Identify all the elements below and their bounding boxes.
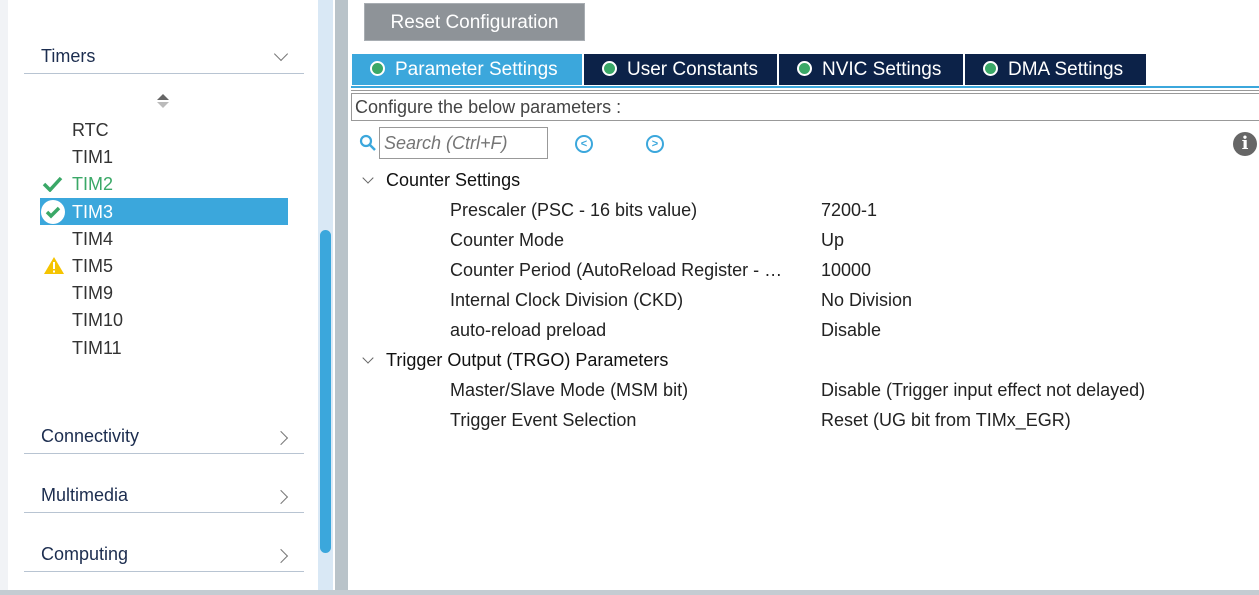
parameter-row[interactable]: Master/Slave Mode (MSM bit) Disable (Trig…: [450, 380, 1250, 401]
item-label: TIM1: [72, 147, 114, 168]
tab-label: DMA Settings: [1008, 59, 1124, 80]
group-header[interactable]: Trigger Output (TRGO) Parameters: [362, 350, 668, 371]
parameter-name: Master/Slave Mode (MSM bit): [450, 380, 689, 400]
next-icon[interactable]: >: [646, 135, 664, 153]
category-timers[interactable]: Timers: [24, 44, 304, 74]
category-label: Multimedia: [41, 485, 129, 505]
item-label: TIM4: [72, 228, 114, 249]
parameter-name: Counter Period (AutoReload Register - …: [450, 260, 783, 280]
tab-underline: [351, 86, 1259, 88]
category-multimedia[interactable]: Multimedia: [24, 483, 304, 513]
search-icon: [359, 134, 376, 151]
tab-nvic-settings[interactable]: NVIC Settings: [779, 54, 963, 85]
category-label: Connectivity: [41, 426, 140, 446]
parameter-row[interactable]: Counter Mode Up: [450, 230, 1250, 251]
sidebar-item-tim9[interactable]: TIM9: [40, 279, 288, 306]
check-circle-icon: [983, 61, 998, 76]
check-circle-icon: [370, 61, 385, 76]
panel-splitter[interactable]: [335, 0, 348, 590]
item-label: RTC: [72, 120, 109, 140]
parameter-name: Internal Clock Division (CKD): [450, 290, 684, 310]
check-icon: [42, 177, 63, 193]
item-label: TIM3: [72, 201, 114, 222]
check-circle-icon: [41, 199, 65, 224]
parameter-row[interactable]: Internal Clock Division (CKD) No Division: [450, 290, 1250, 311]
tab-parameter-settings[interactable]: Parameter Settings: [352, 54, 582, 85]
chevron-right-icon: [273, 430, 289, 446]
chevron-down-icon: [362, 172, 374, 184]
category-connectivity[interactable]: Connectivity: [24, 424, 304, 454]
item-label: TIM11: [72, 337, 122, 358]
parameter-value[interactable]: 7200-1: [821, 200, 877, 221]
parameter-name: Prescaler (PSC - 16 bits value): [450, 200, 698, 220]
parameter-value[interactable]: Disable: [821, 320, 881, 341]
reset-configuration-button[interactable]: Reset Configuration: [364, 3, 585, 41]
bottom-border: [0, 590, 1259, 595]
chevron-down-icon: [273, 46, 289, 62]
tab-label: User Constants: [627, 59, 758, 80]
group-title: Trigger Output (TRGO) Parameters: [386, 350, 669, 370]
parameter-value[interactable]: Disable (Trigger input effect not delaye…: [821, 380, 1145, 401]
previous-icon[interactable]: <: [575, 135, 593, 153]
item-label: TIM10: [72, 310, 124, 331]
sidebar-item-tim1[interactable]: TIM1: [40, 143, 288, 170]
sidebar-item-tim11[interactable]: TIM11: [40, 334, 288, 361]
tab-dma-settings[interactable]: DMA Settings: [965, 54, 1146, 85]
tab-user-constants[interactable]: User Constants: [584, 54, 777, 85]
item-label: TIM5: [72, 256, 114, 276]
sidebar-item-tim2[interactable]: TIM2: [40, 170, 288, 197]
left-edge: [0, 0, 8, 595]
search-input[interactable]: [379, 127, 548, 159]
warning-icon: [44, 257, 64, 274]
scrollbar-thumb[interactable]: [320, 230, 331, 553]
check-circle-icon: [602, 61, 617, 76]
category-computing[interactable]: Computing: [24, 542, 304, 572]
chevron-right-icon: [273, 548, 289, 564]
sidebar-item-tim3[interactable]: TIM3: [40, 197, 288, 225]
sidebar-item-rtc[interactable]: RTC: [40, 116, 288, 143]
sidebar-item-tim10[interactable]: TIM10: [40, 306, 288, 333]
tab-label: Parameter Settings: [395, 59, 558, 80]
configure-label: Configure the below parameters :: [351, 93, 1259, 121]
sidebar-item-tim5[interactable]: TIM5: [40, 252, 288, 279]
tab-label: NVIC Settings: [822, 59, 942, 80]
item-label: TIM9: [72, 283, 114, 304]
category-label: Computing: [41, 544, 129, 564]
parameter-row[interactable]: Counter Period (AutoReload Register - … 1…: [450, 260, 1250, 281]
sidebar-item-tim4[interactable]: TIM4: [40, 225, 288, 252]
parameter-value[interactable]: 10000: [821, 260, 871, 281]
sort-icon[interactable]: [157, 94, 169, 110]
parameter-row[interactable]: Prescaler (PSC - 16 bits value) 7200-1: [450, 200, 1250, 221]
group-header[interactable]: Counter Settings: [362, 170, 520, 191]
category-label: Timers: [41, 46, 96, 66]
item-label: TIM2: [72, 174, 114, 195]
parameter-name: Trigger Event Selection: [450, 410, 637, 430]
parameter-name: Counter Mode: [450, 230, 565, 250]
chevron-right-icon: [273, 489, 289, 505]
parameter-row[interactable]: auto-reload preload Disable: [450, 320, 1250, 341]
parameter-value[interactable]: Up: [821, 230, 844, 251]
chevron-down-icon: [362, 352, 374, 364]
group-title: Counter Settings: [386, 170, 521, 190]
check-circle-icon: [797, 61, 812, 76]
parameter-name: auto-reload preload: [450, 320, 607, 340]
parameter-row[interactable]: Trigger Event Selection Reset (UG bit fro…: [450, 410, 1250, 431]
parameter-value[interactable]: No Division: [821, 290, 912, 311]
divider: [351, 90, 1259, 91]
parameter-value[interactable]: Reset (UG bit from TIMx_EGR): [821, 410, 1071, 431]
info-icon[interactable]: i: [1233, 132, 1257, 156]
